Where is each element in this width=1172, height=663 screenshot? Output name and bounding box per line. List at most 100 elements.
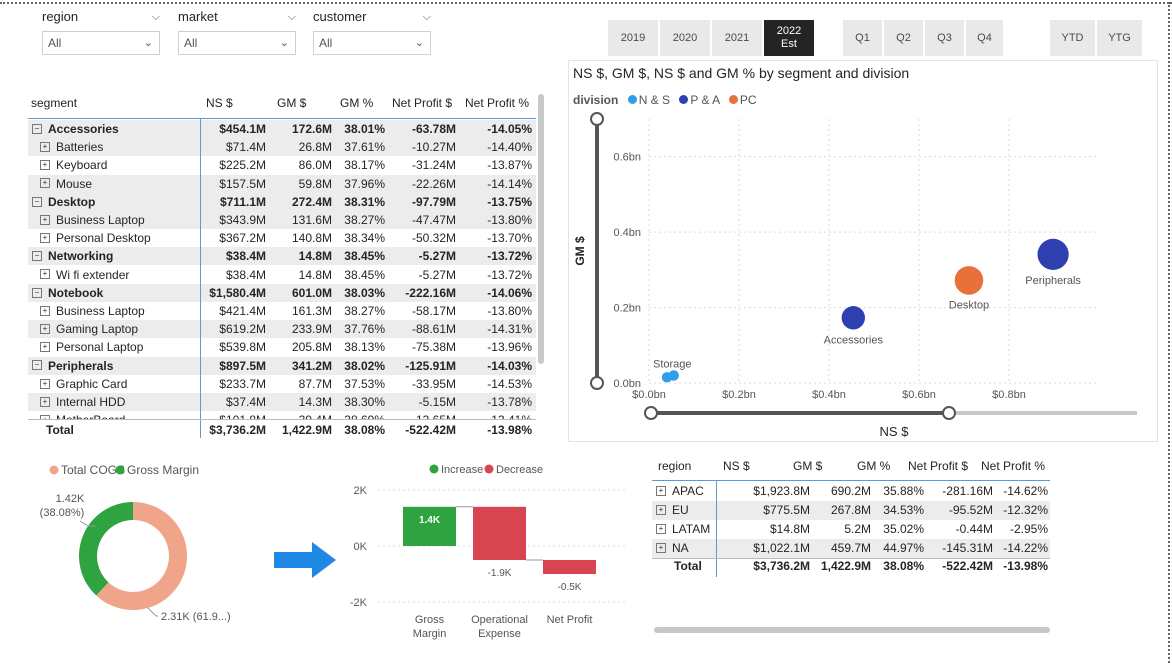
row-label: Graphic Card (56, 376, 128, 391)
waterfall-legend-item[interactable]: Increase (441, 464, 483, 476)
expand-icon[interactable]: + (40, 178, 50, 189)
year-button-2021[interactable]: 2021 (712, 20, 762, 56)
segment-row: − Networking $38.4M 14.8M 38.45% -5.27M -13.72… (28, 247, 536, 266)
donut-legend-item[interactable]: Total COGS (61, 463, 125, 477)
cell-np: -58.17M (411, 304, 456, 318)
year-button-2022-est[interactable]: 2022 Est (764, 20, 814, 56)
cell-ns: $38.4M (225, 267, 266, 282)
chevron-down-icon[interactable]: ⌵ (152, 8, 160, 26)
rt-total-row: Total $3,736.2M 1,422.9M 38.08% -522.42M… (652, 557, 1050, 576)
vertical-scrollbar[interactable] (538, 94, 544, 364)
scatter-point[interactable] (1037, 238, 1069, 270)
cell-np: -10.27M (411, 140, 456, 155)
chevron-down-icon[interactable]: ⌵ (423, 8, 431, 26)
cell-gm: 172.6M (291, 122, 332, 136)
expand-icon[interactable]: + (40, 233, 50, 244)
header-ns[interactable]: NS $ (206, 96, 233, 114)
ytd-button[interactable]: YTD (1050, 20, 1095, 56)
x-tick-label: $0.8bn (992, 389, 1026, 401)
rt-header-gm-pct[interactable]: GM % (857, 459, 890, 473)
ytg-button[interactable]: YTG (1097, 20, 1142, 56)
region-dropdown[interactable]: All ⌄ (42, 31, 160, 55)
y-tick-label: -2K (350, 597, 368, 609)
collapse-icon[interactable]: − (32, 196, 42, 207)
expand-icon[interactable]: + (40, 269, 50, 280)
rt-header-ns[interactable]: NS $ (723, 459, 750, 473)
collapse-icon[interactable]: − (32, 123, 42, 134)
header-gm-pct[interactable]: GM % (340, 96, 373, 114)
row-label: Business Laptop (56, 304, 145, 318)
cell-npp: -14.05% (487, 122, 532, 136)
total-net-profit-pct: -13.98% (487, 423, 532, 437)
cell-gm: 86.0M (298, 158, 332, 173)
cell-npp: -13.70% (487, 231, 532, 246)
cell-gmp: 34.53% (883, 503, 924, 517)
customer-dropdown[interactable]: All ⌄ (313, 31, 431, 55)
year-button-2020[interactable]: 2020 (660, 20, 710, 56)
expand-icon[interactable]: + (40, 342, 50, 353)
total-gm: 1,422.9M (281, 423, 332, 437)
cell-np: -33.95M (411, 376, 456, 391)
horizontal-scrollbar[interactable] (654, 627, 1050, 633)
cell-gmp: 38.27% (344, 304, 385, 318)
cell-npp: -2.95% (1009, 522, 1048, 536)
arrow-right-icon (274, 542, 336, 578)
category-row: + Mouse $157.5M 59.8M 37.96% -22.26M -14.14% (28, 174, 536, 193)
chevron-down-icon[interactable]: ⌵ (288, 8, 296, 26)
rt-header-gm[interactable]: GM $ (793, 459, 822, 473)
cell-gmp: 38.13% (344, 340, 385, 355)
collapse-icon[interactable]: − (32, 251, 42, 262)
cell-gmp: 37.76% (344, 322, 385, 337)
expand-icon[interactable]: + (40, 214, 50, 225)
expand-icon[interactable]: + (40, 160, 50, 171)
market-dropdown[interactable]: All ⌄ (178, 31, 296, 55)
expand-icon[interactable]: + (40, 396, 50, 407)
x-range-handle-left[interactable] (644, 406, 658, 420)
expand-icon[interactable]: + (656, 523, 666, 534)
cell-gm: 140.8M (291, 231, 332, 246)
scatter-point[interactable] (841, 306, 865, 330)
scatter-point[interactable] (954, 266, 984, 295)
donut-legend-item[interactable]: Gross Margin (127, 463, 199, 477)
scatter-point[interactable] (668, 370, 679, 381)
rt-header-net-profit[interactable]: Net Profit $ (908, 459, 968, 473)
quarter-button-q3[interactable]: Q3 (925, 20, 964, 56)
waterfall-bar[interactable] (473, 506, 526, 560)
year-button-2019[interactable]: 2019 (608, 20, 658, 56)
rt-header-region[interactable]: region (658, 459, 691, 473)
expand-icon[interactable]: + (656, 485, 666, 496)
header-net-profit[interactable]: Net Profit $ (392, 96, 452, 114)
waterfall-bar[interactable] (403, 506, 456, 546)
expand-icon[interactable]: + (656, 504, 666, 515)
header-gm[interactable]: GM $ (277, 96, 306, 114)
expand-icon[interactable]: + (656, 542, 666, 553)
x-range-handle-right[interactable] (942, 406, 956, 420)
donut-slice[interactable] (79, 502, 133, 596)
y-range-handle-bottom[interactable] (590, 376, 604, 390)
cell-npp: -14.06% (487, 285, 532, 300)
waterfall-bar[interactable] (543, 560, 596, 574)
y-range-handle-top[interactable] (590, 112, 604, 126)
row-label: Wi fi extender (56, 267, 130, 282)
expand-icon[interactable]: + (40, 324, 50, 335)
expand-icon[interactable]: + (40, 305, 50, 316)
header-segment[interactable]: segment (31, 96, 77, 114)
quarter-button-q1[interactable]: Q1 (843, 20, 882, 56)
rt-header-net-profit-pct[interactable]: Net Profit % (981, 459, 1045, 473)
cell-np: -222.16M (405, 285, 456, 300)
quarter-button-q2[interactable]: Q2 (884, 20, 923, 56)
cell-npp: -14.14% (487, 176, 532, 191)
cell-np: -5.15M (418, 395, 456, 409)
collapse-icon[interactable]: − (32, 287, 42, 298)
cell-gm: 601.0M (291, 285, 332, 300)
collapse-icon[interactable]: − (32, 360, 42, 371)
header-net-profit-pct[interactable]: Net Profit % (465, 96, 529, 114)
quarter-button-q4[interactable]: Q4 (966, 20, 1003, 56)
expand-icon[interactable]: + (40, 378, 50, 389)
expand-icon[interactable]: + (40, 142, 50, 153)
waterfall-legend-item[interactable]: Decrease (496, 464, 543, 476)
cell-gmp: 38.45% (344, 249, 385, 264)
category-row: + Wi fi extender $38.4M 14.8M 38.45% -5.27M -1… (28, 266, 536, 284)
cell-gm: 5.2M (844, 522, 871, 536)
y-tick-label: 0.6bn (613, 152, 641, 164)
